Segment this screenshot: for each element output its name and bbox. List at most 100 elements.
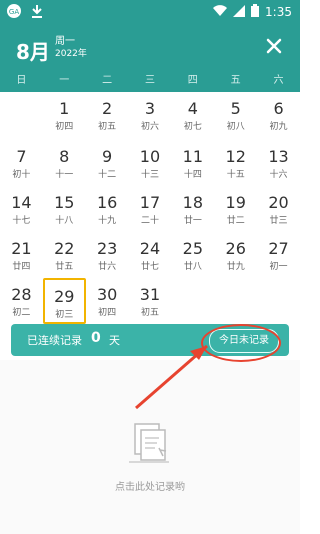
day-number: 5 <box>230 99 241 118</box>
day-number: 25 <box>182 239 204 258</box>
weekday-sun: 日 <box>16 75 27 86</box>
streak-label: 已连续记录 <box>27 334 82 347</box>
day-number: 23 <box>96 239 118 258</box>
calendar-day[interactable]: 25 廿八 <box>171 232 214 278</box>
day-number: 22 <box>54 239 75 258</box>
calendar-day[interactable]: 21 廿四 <box>0 232 43 278</box>
day-number: 6 <box>273 99 284 118</box>
calendar-day[interactable]: 26 廿九 <box>214 232 257 278</box>
lunar-date: 廿九 <box>226 262 245 272</box>
calendar-day[interactable]: 17 二十 <box>129 186 172 232</box>
calendar-day[interactable]: 20 廿三 <box>257 186 300 232</box>
lunar-date: 廿三 <box>269 216 288 226</box>
calendar-day[interactable]: 13 十六 <box>257 140 300 186</box>
day-number: 20 <box>268 193 289 212</box>
lunar-date: 十五 <box>226 170 245 180</box>
calendar-day[interactable]: 16 十九 <box>86 186 129 232</box>
day-number: 4 <box>187 99 198 118</box>
calendar-day[interactable]: 6 初九 <box>257 92 300 138</box>
calendar-day[interactable]: 5 初八 <box>214 92 257 138</box>
day-number: 30 <box>96 285 118 304</box>
day-number: 3 <box>144 99 156 118</box>
lunar-date: 初四 <box>55 122 74 132</box>
calendar-day[interactable]: 9 十二 <box>86 140 129 186</box>
lunar-date: 初二 <box>12 308 31 318</box>
lunar-date: 廿八 <box>183 262 202 272</box>
lunar-date: 廿四 <box>12 262 31 272</box>
lunar-date: 初五 <box>98 122 117 132</box>
lunar-date: 十一 <box>55 170 74 180</box>
lunar-date: 初八 <box>226 122 245 132</box>
empty-state-text[interactable]: 点击此处记录哟 <box>0 478 300 493</box>
calendar-day[interactable]: 29 初三 <box>42 278 86 324</box>
day-number: 11 <box>182 147 204 166</box>
day-number: 8 <box>59 147 70 166</box>
calendar-day[interactable]: 23 廿六 <box>86 232 129 278</box>
lunar-date: 十七 <box>12 216 31 226</box>
calendar-day[interactable]: 7 初十 <box>0 140 43 186</box>
lunar-date: 初一 <box>269 262 288 272</box>
streak-count: 0 <box>91 330 101 346</box>
calendar-day[interactable]: 10 十三 <box>129 140 172 186</box>
close-icon <box>266 38 282 54</box>
lunar-date: 初七 <box>183 122 202 132</box>
lunar-date: 初九 <box>269 122 288 132</box>
calendar-day[interactable]: 19 廿二 <box>214 186 257 232</box>
day-number: 16 <box>96 193 118 212</box>
day-number: 29 <box>54 287 75 306</box>
weekday-wed: 三 <box>144 75 155 86</box>
calendar-day[interactable]: 2 初五 <box>86 92 129 138</box>
battery-icon <box>251 4 260 20</box>
calendar-day[interactable]: 1 初四 <box>43 92 86 138</box>
lunar-date: 初六 <box>140 122 159 132</box>
lunar-date: 廿五 <box>55 262 74 272</box>
calendar-day[interactable]: 4 初七 <box>171 92 214 138</box>
day-number: 24 <box>139 239 161 258</box>
calendar-day[interactable]: 15 十八 <box>43 186 86 232</box>
calendar-day[interactable]: 28 初二 <box>0 278 43 324</box>
calendar-grid: 1 初四 2 初五 3 初六 4 初七 5 初八 6 初九 7 初十 8 十一 9 十二 10 十三 11 十四 12 十五 1… <box>0 92 300 324</box>
weekday-tue: 二 <box>102 75 113 86</box>
close-button[interactable] <box>264 36 284 56</box>
day-number: 9 <box>102 147 113 166</box>
cellular-signal-icon <box>233 4 246 20</box>
day-number: 27 <box>268 239 289 258</box>
day-number: 26 <box>225 239 246 258</box>
day-number: 17 <box>139 193 161 212</box>
day-number: 7 <box>16 147 27 166</box>
lunar-date: 十四 <box>183 170 202 180</box>
day-number: 1 <box>59 99 70 118</box>
lunar-date: 初十 <box>12 170 31 180</box>
weekday-thu: 四 <box>187 75 198 86</box>
weekday-fri: 五 <box>230 75 241 86</box>
calendar-day[interactable]: 18 廿一 <box>171 186 214 232</box>
lunar-date: 廿一 <box>183 216 202 226</box>
month-title: 8月 <box>16 40 50 64</box>
calendar-day[interactable]: 11 十四 <box>171 140 214 186</box>
app-status-icon: GA <box>6 3 22 23</box>
calendar-day[interactable]: 12 十五 <box>214 140 257 186</box>
svg-text:GA: GA <box>9 8 19 16</box>
weekday-mon: 一 <box>59 75 70 86</box>
calendar-day[interactable]: 24 廿七 <box>129 232 172 278</box>
weekday-sat: 六 <box>273 75 284 86</box>
day-number: 31 <box>139 285 161 304</box>
calendar-day[interactable]: 30 初四 <box>86 278 129 324</box>
calendar-day[interactable]: 31 初五 <box>129 278 172 324</box>
lunar-date: 十九 <box>98 216 117 226</box>
lunar-date: 廿六 <box>98 262 117 272</box>
calendar-day[interactable]: 27 初一 <box>257 232 300 278</box>
day-number: 13 <box>268 147 289 166</box>
status-bar: GA 1:35 <box>0 0 300 24</box>
day-number: 21 <box>11 239 32 258</box>
lunar-date: 廿七 <box>140 262 159 272</box>
calendar-day[interactable]: 22 廿五 <box>43 232 86 278</box>
day-number: 14 <box>11 193 32 212</box>
day-number: 18 <box>182 193 204 212</box>
year-label: 2022年 <box>55 49 87 59</box>
calendar-day[interactable]: 3 初六 <box>129 92 172 138</box>
calendar-day[interactable]: 8 十一 <box>43 140 86 186</box>
lunar-date: 十八 <box>55 216 74 226</box>
lunar-date: 十三 <box>140 170 159 180</box>
calendar-day[interactable]: 14 十七 <box>0 186 43 232</box>
